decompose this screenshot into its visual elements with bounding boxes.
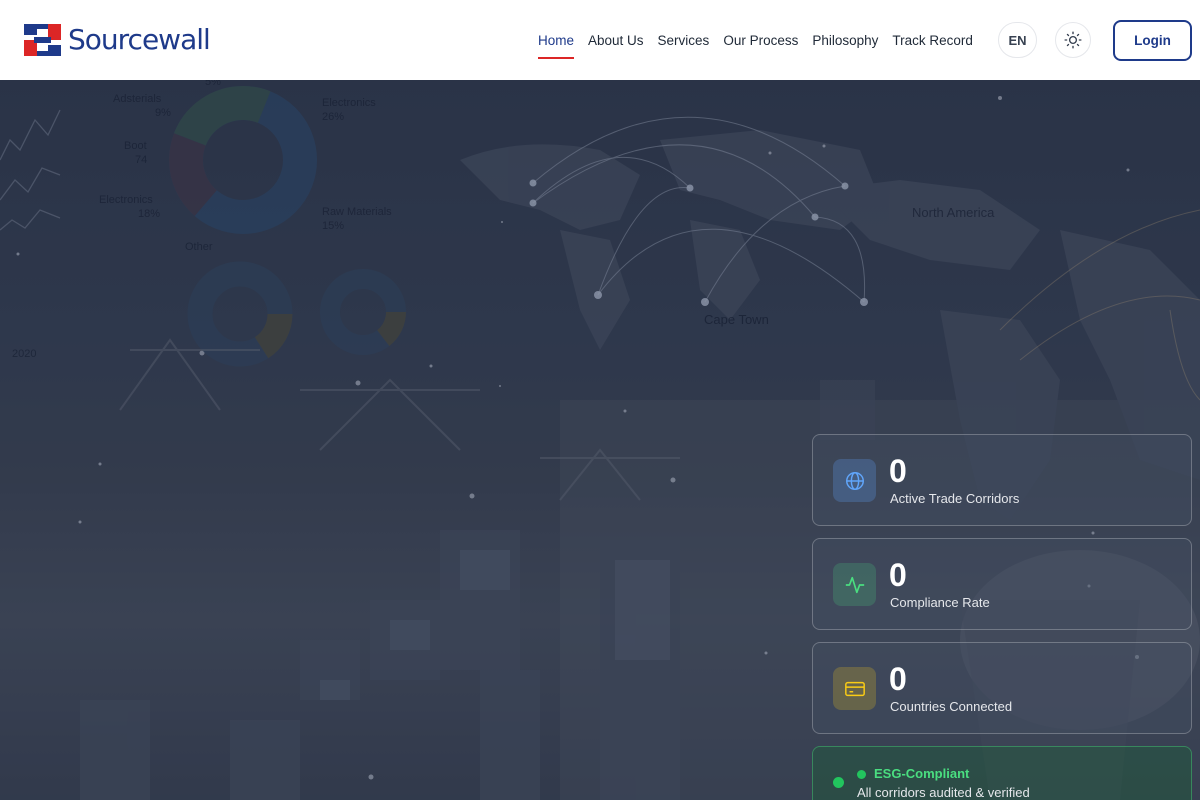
esg-status-dot <box>833 777 844 788</box>
nav-track-record[interactable]: Track Record <box>892 0 973 80</box>
credit-card-icon <box>844 681 865 696</box>
theme-toggle-button[interactable] <box>1055 22 1091 58</box>
nav-about-us[interactable]: About Us <box>588 0 644 80</box>
stat-label: Countries Connected <box>890 699 1013 714</box>
main-nav: Home About Us Services Our Process Philo… <box>538 0 987 80</box>
stat-icon-box <box>833 563 876 606</box>
nav-services[interactable]: Services <box>658 0 710 80</box>
stat-card-countries-connected: 0 Countries Connected <box>812 642 1192 734</box>
login-button[interactable]: Login <box>1113 20 1192 61</box>
esg-subtitle: All corridors audited & verified <box>857 785 1030 800</box>
stat-value: 0 <box>889 661 907 697</box>
sun-icon <box>1064 31 1082 49</box>
activity-icon <box>845 576 864 593</box>
stat-card-compliance-rate: 0 Compliance Rate <box>812 538 1192 630</box>
stat-value: 0 <box>889 557 907 593</box>
stat-value: 0 <box>889 453 907 489</box>
esg-title-dot <box>857 770 866 779</box>
stat-icon-box <box>833 667 876 710</box>
language-button[interactable]: EN <box>998 22 1037 58</box>
nav-our-process[interactable]: Our Process <box>723 0 798 80</box>
brand-name: Sourcewall <box>68 23 211 56</box>
globe-icon <box>845 471 864 490</box>
stat-label: Active Trade Corridors <box>890 491 1020 506</box>
stat-icon-box <box>833 459 876 502</box>
logo-mark-icon <box>24 24 61 56</box>
esg-title: ESG-Compliant <box>874 766 970 781</box>
esg-badge-card: ESG-Compliant All corridors audited & ve… <box>812 746 1192 800</box>
stat-card-trade-corridors: 0 Active Trade Corridors <box>812 434 1192 526</box>
nav-philosophy[interactable]: Philosophy <box>812 0 878 80</box>
nav-home[interactable]: Home <box>538 0 575 80</box>
stat-label: Compliance Rate <box>890 595 990 610</box>
brand-logo[interactable]: Sourcewall <box>24 20 211 60</box>
site-header: Sourcewall Home About Us Services Our Pr… <box>0 0 1200 80</box>
